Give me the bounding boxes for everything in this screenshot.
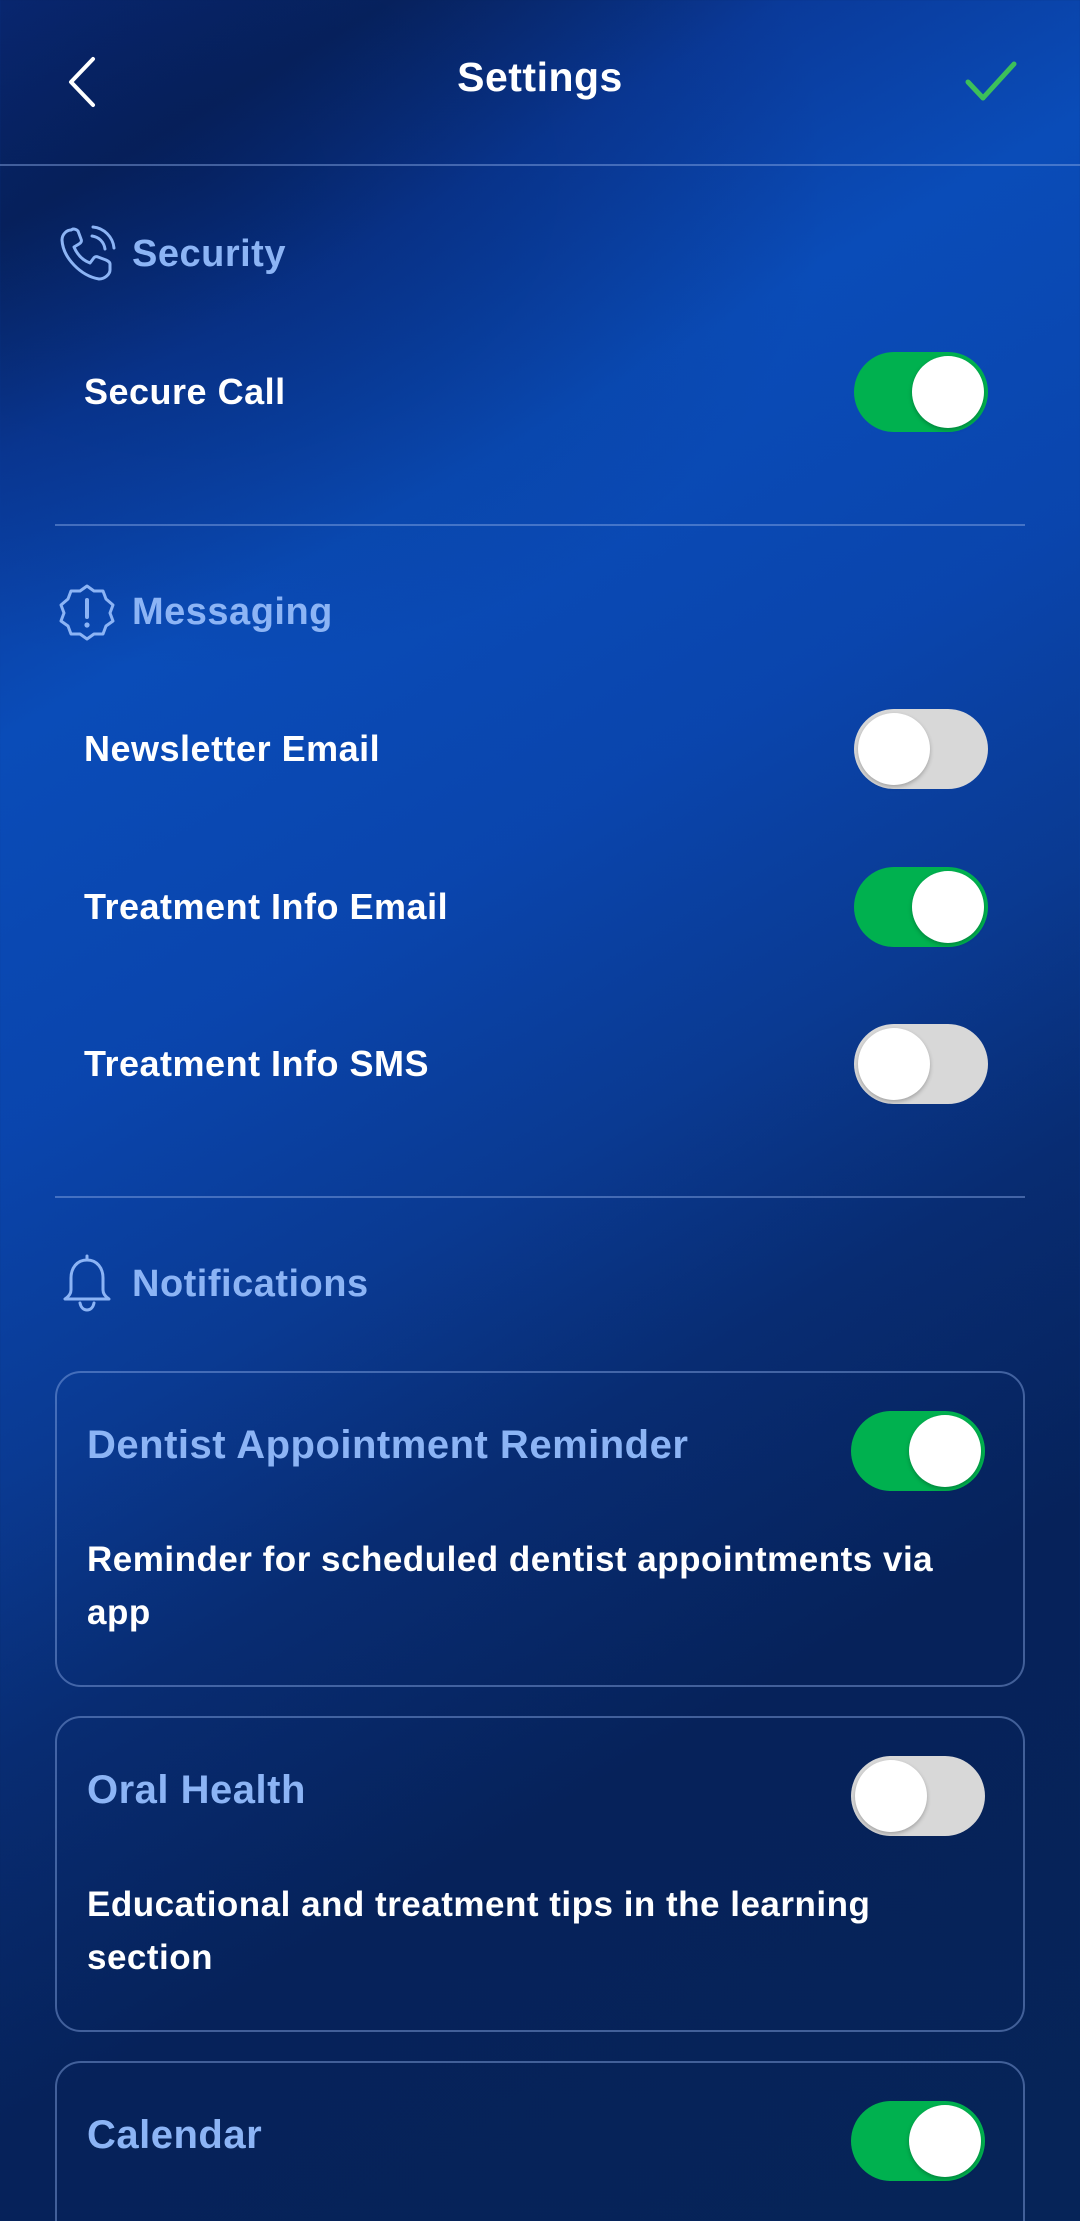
setting-row-newsletter-email: Newsletter Email [84, 704, 988, 794]
card-description: Educational and treatment tips in the le… [87, 1885, 871, 1977]
calendar-toggle[interactable] [851, 2101, 985, 2181]
card-title: Oral Health [87, 1768, 306, 1812]
toggle-knob [858, 1028, 930, 1100]
secure-call-toggle[interactable] [854, 352, 988, 432]
section-header-security: Security [56, 219, 286, 289]
section-header-messaging: Messaging [56, 577, 333, 647]
section-header-notifications: Notifications [56, 1249, 369, 1319]
notification-card-dentist-appointment: Dentist Appointment Reminder Reminder fo… [55, 1371, 1025, 1687]
setting-label: Secure Call [84, 371, 286, 412]
card-title: Calendar [87, 2113, 263, 2157]
toggle-knob [912, 356, 984, 428]
card-title: Dentist Appointment Reminder [87, 1423, 689, 1467]
setting-row-treatment-info-email: Treatment Info Email [84, 862, 988, 952]
divider [55, 524, 1025, 526]
notification-card-oral-health: Oral Health Educational and treatment ti… [55, 1716, 1025, 2032]
toggle-knob [909, 1415, 981, 1487]
oral-health-toggle[interactable] [851, 1756, 985, 1836]
dentist-appointment-reminder-toggle[interactable] [851, 1411, 985, 1491]
toggle-knob [912, 871, 984, 943]
setting-label: Newsletter Email [84, 728, 381, 769]
checkmark-icon [965, 61, 1017, 101]
top-bar: Settings [0, 0, 1080, 166]
section-title: Notifications [132, 1262, 369, 1305]
phone-call-icon [56, 223, 118, 285]
page-title: Settings [457, 54, 623, 100]
setting-row-secure-call: Secure Call [84, 347, 988, 437]
card-description: Reminder for scheduled dentist appointme… [87, 1540, 934, 1632]
alert-badge-icon [56, 581, 118, 643]
newsletter-email-toggle[interactable] [854, 709, 988, 789]
treatment-info-sms-toggle[interactable] [854, 1024, 988, 1104]
treatment-info-email-toggle[interactable] [854, 867, 988, 947]
setting-label: Treatment Info Email [84, 886, 449, 927]
notification-card-calendar: Calendar [55, 2061, 1025, 2221]
toggle-knob [855, 1760, 927, 1832]
divider [55, 1196, 1025, 1198]
toggle-knob [858, 713, 930, 785]
toggle-knob [909, 2105, 981, 2177]
confirm-button[interactable] [958, 52, 1024, 112]
section-title: Messaging [132, 590, 333, 633]
section-title: Security [132, 232, 286, 275]
bell-icon [56, 1253, 118, 1315]
setting-label: Treatment Info SMS [84, 1043, 430, 1084]
setting-row-treatment-info-sms: Treatment Info SMS [84, 1019, 988, 1109]
